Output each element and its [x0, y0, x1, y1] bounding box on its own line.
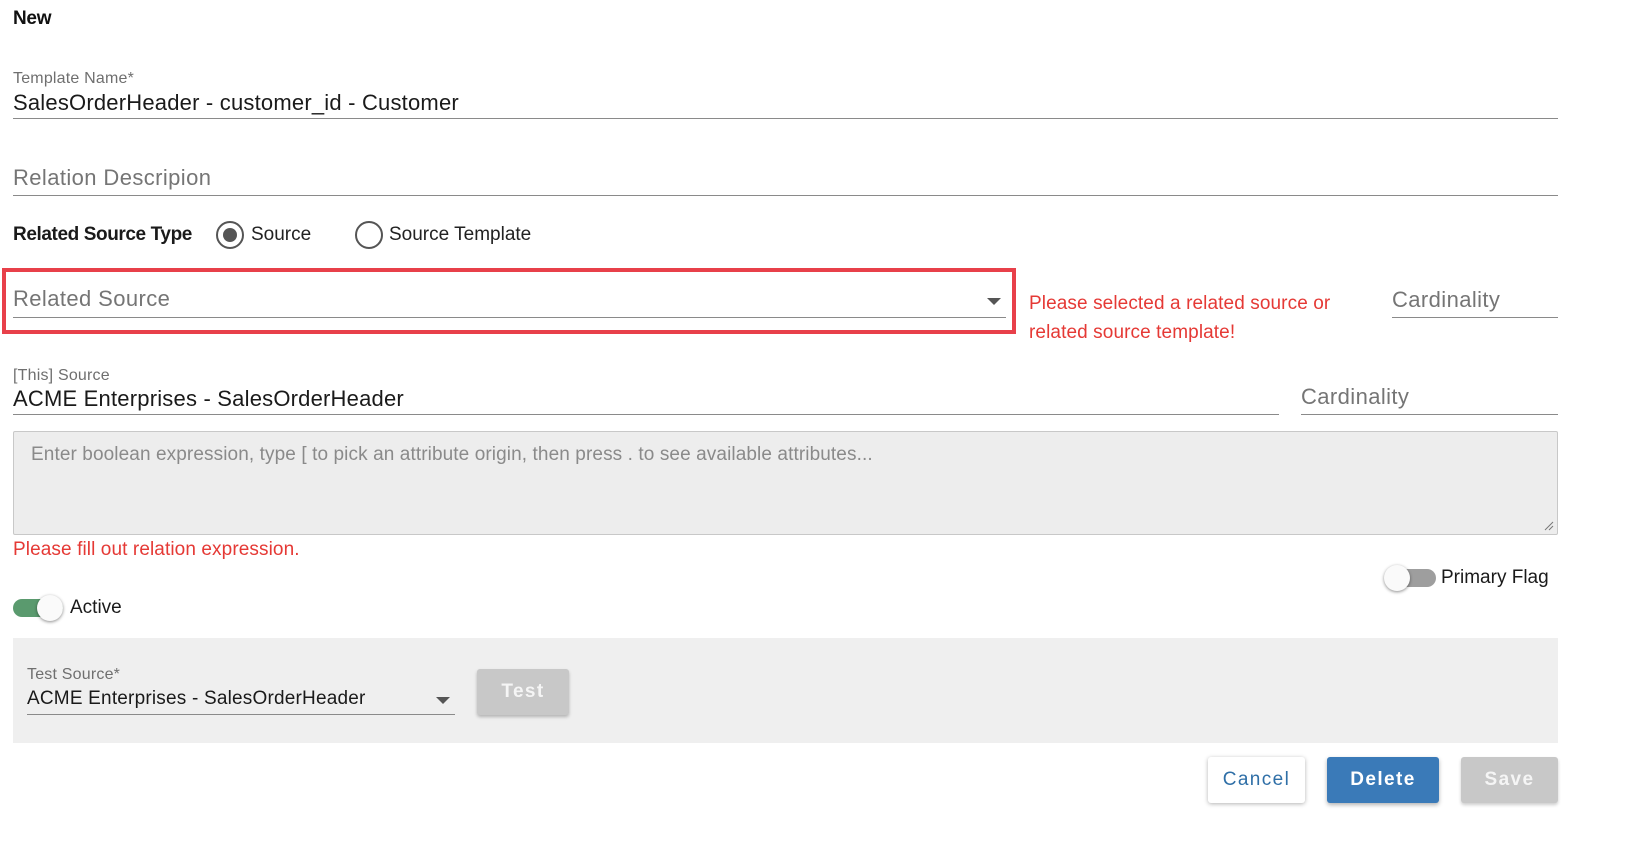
active-knob[interactable] [37, 595, 63, 621]
this-source-underline [13, 414, 1279, 415]
primary-flag-label: Primary Flag [1441, 567, 1549, 588]
radio-option-source-template[interactable]: Source Template [355, 221, 555, 251]
radio-source-label: Source [251, 224, 312, 245]
related-source-error-line2: related source template! [1029, 322, 1236, 343]
chevron-down-icon[interactable] [436, 697, 450, 704]
delete-button[interactable]: Delete [1327, 757, 1439, 803]
template-name-label: Template Name* [13, 70, 135, 87]
this-source-field[interactable]: [This] Source ACME Enterprises - SalesOr… [13, 364, 1279, 416]
active-label: Active [70, 597, 122, 618]
this-cardinality-field[interactable]: Cardinality [1301, 380, 1558, 416]
template-name-field[interactable]: Template Name* SalesOrderHeader - custom… [13, 68, 1558, 120]
related-cardinality-underline [1392, 317, 1558, 318]
this-cardinality-underline [1301, 414, 1558, 415]
relation-expression-input[interactable]: Enter boolean expression, type [ to pick… [13, 431, 1558, 535]
relation-expression-error: Please fill out relation expression. [13, 539, 300, 560]
relation-expression-placeholder: Enter boolean expression, type [ to pick… [31, 444, 873, 465]
related-cardinality-field[interactable]: Cardinality [1392, 283, 1558, 319]
template-name-underline [13, 118, 1558, 119]
test-source-label: Test Source* [27, 666, 121, 683]
relation-description-field[interactable]: Relation Descripion [13, 160, 1558, 196]
cancel-button[interactable]: Cancel [1208, 757, 1305, 803]
save-button[interactable]: Save [1461, 757, 1558, 803]
related-source-placeholder: Related Source [13, 286, 171, 311]
related-source-error: Please selected a related source or rela… [1029, 289, 1379, 347]
this-source-value: ACME Enterprises - SalesOrderHeader [13, 386, 404, 411]
relation-description-placeholder: Relation Descripion [13, 165, 212, 190]
radio-source-checked-icon[interactable] [216, 221, 244, 249]
test-source-underline [27, 714, 455, 715]
primary-flag-toggle[interactable]: Primary Flag [1384, 564, 1558, 594]
test-source-select[interactable]: Test Source* ACME Enterprises - SalesOrd… [27, 664, 455, 716]
resize-handle-icon[interactable] [1544, 521, 1554, 531]
radio-source-template-icon[interactable] [355, 221, 383, 249]
this-cardinality-placeholder: Cardinality [1301, 384, 1410, 409]
related-source-error-line1: Please selected a related source or [1029, 293, 1331, 314]
chevron-down-icon[interactable] [987, 298, 1001, 305]
relation-description-underline [13, 195, 1558, 196]
test-source-value: ACME Enterprises - SalesOrderHeader [27, 688, 366, 709]
test-panel: Test Source* ACME Enterprises - SalesOrd… [13, 638, 1558, 743]
template-name-value: SalesOrderHeader - customer_id - Custome… [13, 90, 459, 115]
form-title: New [13, 8, 52, 29]
related-cardinality-placeholder: Cardinality [1392, 287, 1501, 312]
test-button[interactable]: Test [477, 669, 569, 715]
related-source-underline [13, 317, 1006, 318]
this-source-label: [This] Source [13, 367, 110, 384]
radio-option-source[interactable]: Source [216, 221, 326, 251]
related-source-select[interactable]: Related Source [13, 282, 1006, 320]
primary-flag-knob[interactable] [1384, 565, 1410, 591]
related-source-type-label: Related Source Type [13, 224, 192, 245]
active-toggle[interactable]: Active [13, 594, 153, 624]
radio-source-template-label: Source Template [389, 224, 532, 245]
